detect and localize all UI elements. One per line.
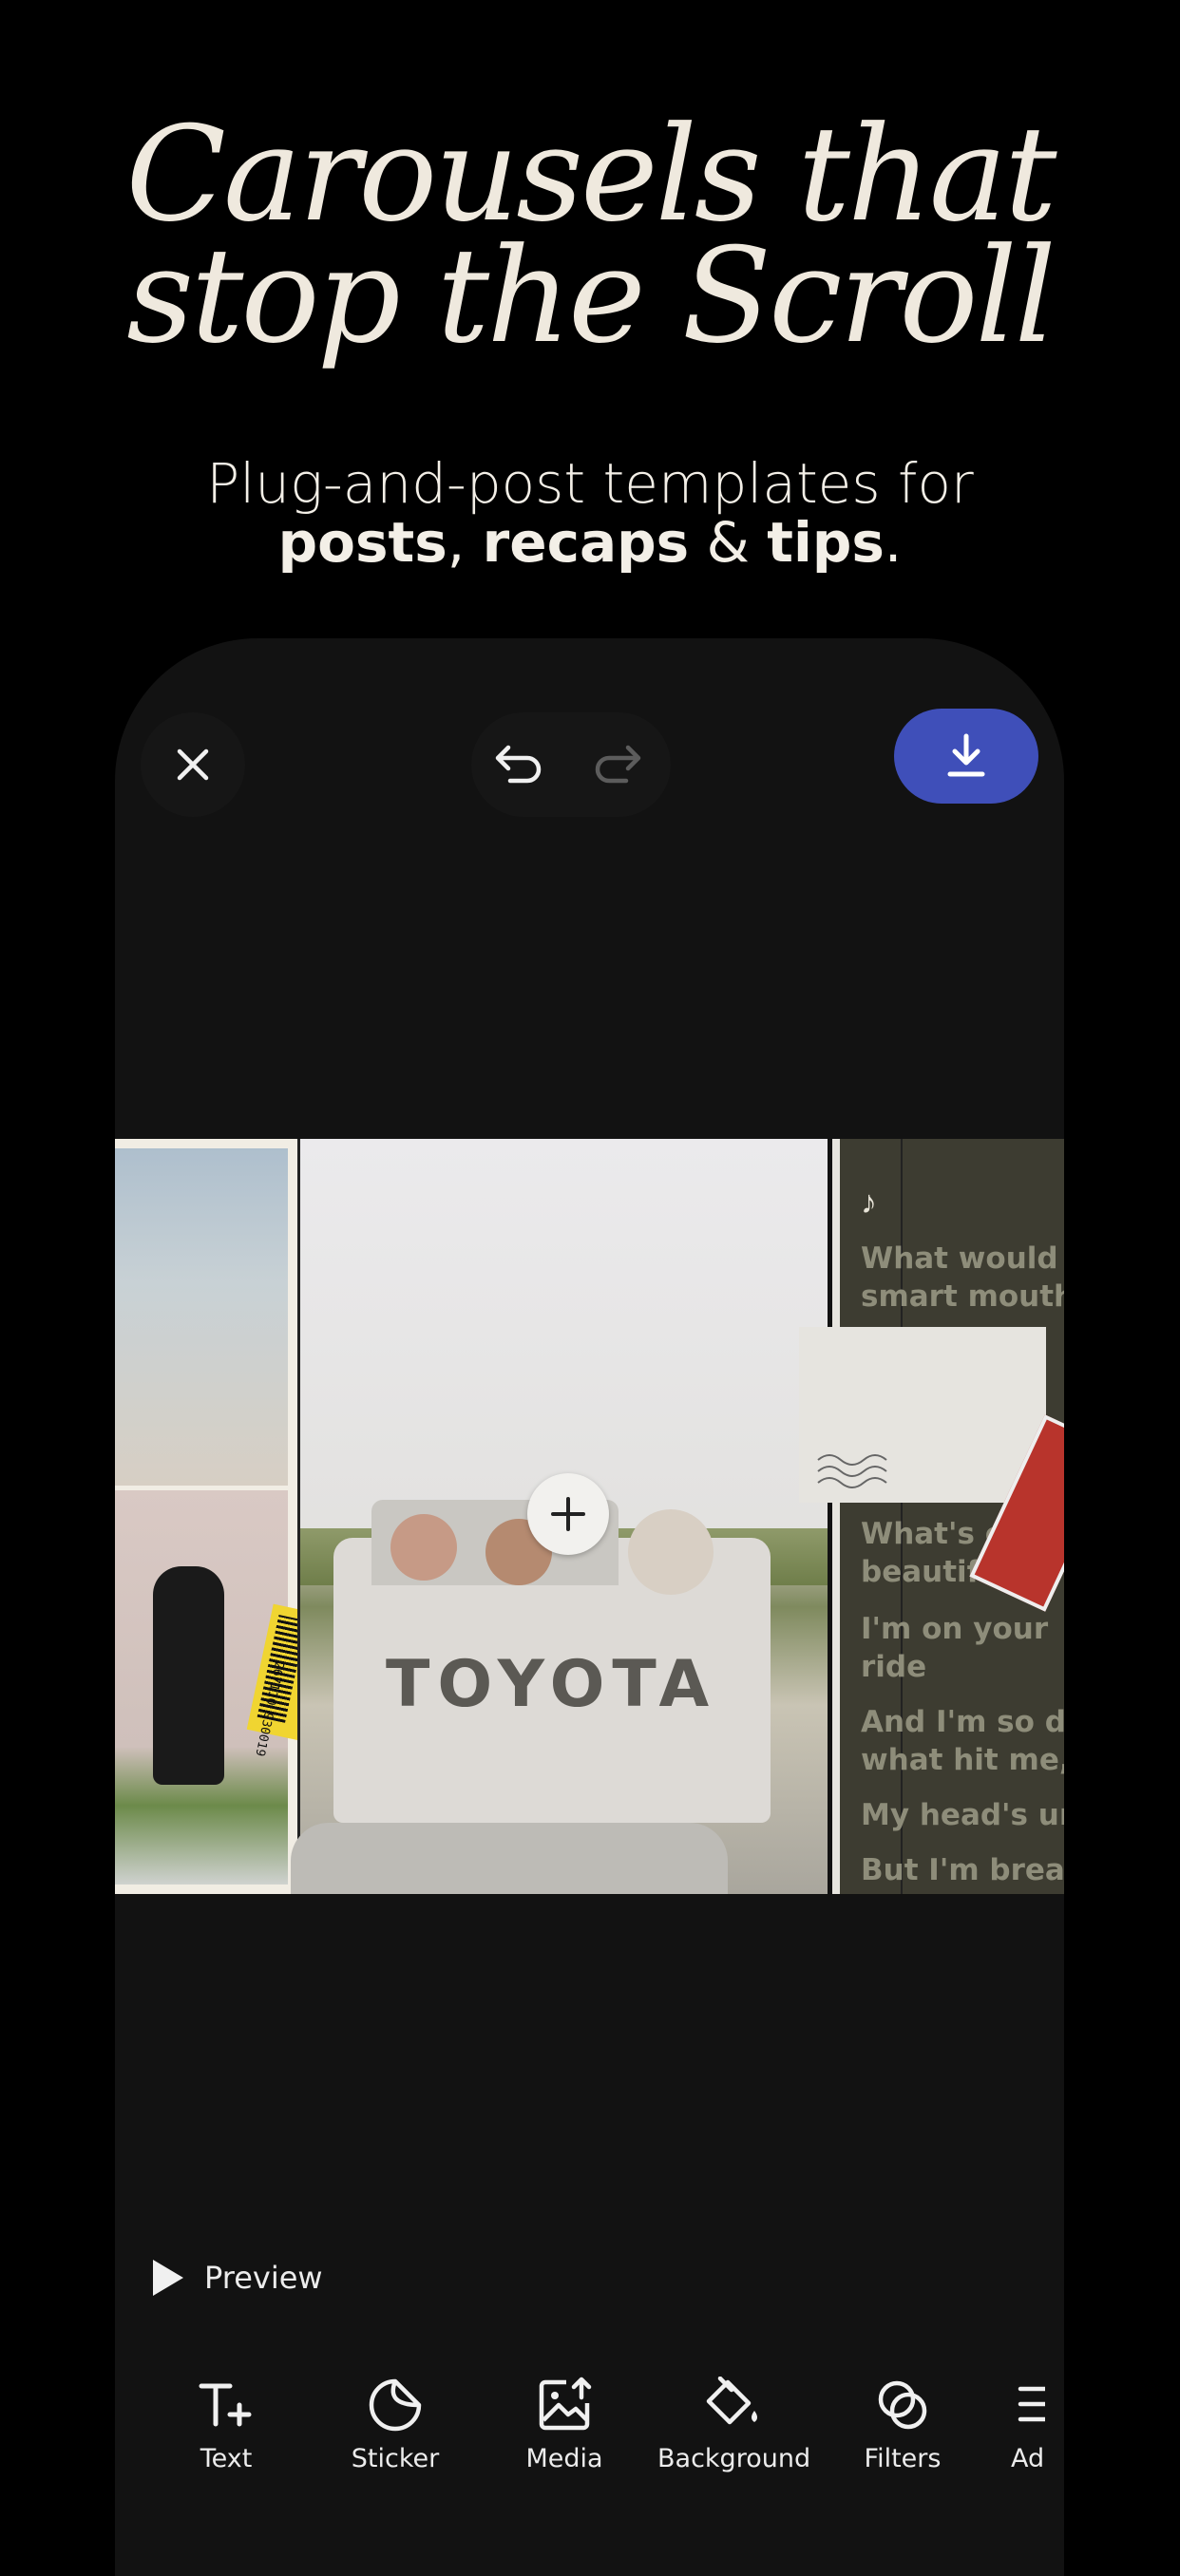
preview-button[interactable]: Preview: [151, 2258, 323, 2298]
lyric-line-6: But I'm breath: [861, 1853, 1064, 1887]
truck-brand-text: TOYOTA: [386, 1647, 717, 1722]
postcard-sticker: [799, 1327, 1046, 1503]
play-icon: [153, 2260, 183, 2296]
download-button[interactable]: [894, 709, 1038, 804]
passenger-3: [628, 1509, 714, 1595]
subheadline-tips: tips: [767, 510, 885, 575]
tool-text-label: Text: [200, 2444, 253, 2473]
subheadline-posts: posts: [277, 510, 447, 575]
truck: TOYOTA: [333, 1500, 771, 1823]
paint-bucket-icon: [706, 2377, 757, 2425]
subheadline-line-1: Plug-and-post templates for: [206, 451, 974, 516]
lyric-line-3: I'm on your ride: [861, 1612, 1049, 1684]
history-controls: [471, 712, 671, 817]
lyric-line-4: And I'm so di what hit me, b: [861, 1705, 1064, 1777]
preview-label: Preview: [204, 2260, 323, 2296]
subheadline-sep-1: ,: [447, 510, 483, 575]
editor-toolbar: Text Sticker Media Background Filters Ad: [115, 2372, 1064, 2486]
headline-line-2: stop the Scroll: [126, 219, 1056, 372]
sticker-icon: [369, 2378, 422, 2432]
building-photo: [115, 1148, 288, 1486]
carousel-canvas[interactable]: 267110 930019 TOYOTA ♪ What would smart …: [115, 1139, 1064, 1894]
tool-adjust[interactable]: Ad: [996, 2372, 1064, 2473]
slide-1[interactable]: 267110 930019: [115, 1139, 335, 1894]
undo-icon: [495, 745, 542, 784]
music-note: ♪: [861, 1184, 877, 1221]
torn-paper-edge: [832, 1139, 840, 1894]
add-element-button[interactable]: [527, 1473, 609, 1555]
media-upload-icon: [539, 2377, 592, 2431]
person-figure: [153, 1566, 224, 1785]
plus-icon: [551, 1497, 585, 1531]
headline: Carousels that stop the Scroll: [0, 98, 1180, 372]
tool-background-label: Background: [657, 2444, 811, 2473]
lyric-line-1: What would I c smart mouth?: [861, 1241, 1064, 1314]
foreground-car: [291, 1823, 728, 1894]
undo-button[interactable]: [490, 735, 549, 794]
slide-3-lyrics[interactable]: ♪ What would I c smart mouth? What's o b…: [799, 1139, 1064, 1894]
tool-filters[interactable]: Filters: [827, 2372, 979, 2473]
close-button[interactable]: [141, 712, 245, 817]
download-icon: [947, 733, 985, 777]
tool-media[interactable]: Media: [488, 2372, 640, 2473]
subheadline: Plug-and-post templates for posts, recap…: [0, 454, 1180, 572]
tool-sticker[interactable]: Sticker: [319, 2372, 471, 2473]
lyric-line-5: My head's unc: [861, 1798, 1064, 1832]
phone-frame: 267110 930019 TOYOTA ♪ What would smart …: [115, 638, 1064, 2576]
text-add-icon: [199, 2383, 252, 2427]
tool-background[interactable]: Background: [657, 2372, 811, 2473]
tool-filters-label: Filters: [864, 2444, 942, 2473]
tool-sticker-label: Sticker: [351, 2444, 440, 2473]
redo-icon: [595, 745, 641, 784]
close-icon: [177, 748, 209, 781]
tool-adjust-label: Ad: [1011, 2444, 1045, 2473]
subheadline-recaps: recaps: [482, 510, 690, 575]
postmark-lines: [817, 1454, 887, 1488]
tool-text[interactable]: Text: [150, 2372, 302, 2473]
redo-button[interactable]: [587, 735, 646, 794]
passenger-1: [390, 1514, 457, 1581]
tool-media-label: Media: [525, 2444, 603, 2473]
subheadline-sep-2: &: [689, 510, 768, 575]
headline-line-1: Carousels that: [125, 98, 1056, 251]
adjust-icon: [1018, 2386, 1045, 2422]
filters-icon: [878, 2380, 927, 2430]
subheadline-end: .: [884, 510, 903, 575]
